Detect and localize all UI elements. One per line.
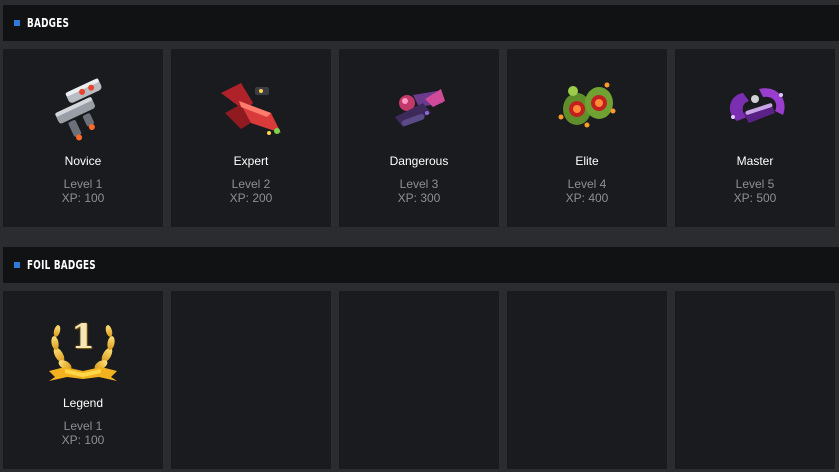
emblem-number: 1 xyxy=(71,317,95,357)
badge-card-expert[interactable]: Expert Level 2 XP: 200 xyxy=(171,49,331,227)
badge-name: Master xyxy=(736,154,774,168)
badges-section-title: BADGES xyxy=(27,16,70,30)
badge-xp: XP: 100 xyxy=(61,191,105,205)
section-marker-icon xyxy=(14,20,20,26)
empty-badge-slot xyxy=(675,291,835,469)
badge-card-legend[interactable]: 1 Legend Level 1 XP: 100 xyxy=(3,291,163,469)
gold-laurel-number-one-icon: 1 xyxy=(43,315,123,385)
badge-name: Elite xyxy=(575,154,599,168)
badge-xp: XP: 200 xyxy=(229,191,273,205)
badge-level: Level 4 xyxy=(567,177,607,191)
badge-level: Level 3 xyxy=(399,177,439,191)
violet-spaceship-icon xyxy=(715,73,795,143)
badge-xp: XP: 500 xyxy=(733,191,777,205)
section-marker-icon xyxy=(14,262,20,268)
badges-row: Novice Level 1 XP: 100 Expert Level 2 XP… xyxy=(3,49,839,227)
grey-spaceship-icon xyxy=(43,73,123,143)
badge-name: Novice xyxy=(64,154,102,168)
red-spaceship-icon xyxy=(211,73,291,143)
badge-level: Level 1 xyxy=(63,419,103,433)
foil-badges-section-title: FOIL BADGES xyxy=(27,258,96,272)
empty-badge-slot xyxy=(339,291,499,469)
badge-xp: XP: 400 xyxy=(565,191,609,205)
badge-name: Dangerous xyxy=(389,154,449,168)
badge-card-novice[interactable]: Novice Level 1 XP: 100 xyxy=(3,49,163,227)
foil-badges-row: 1 Legend Level 1 XP: 100 xyxy=(3,291,839,469)
empty-badge-slot xyxy=(507,291,667,469)
purple-spaceship-icon xyxy=(379,73,459,143)
badge-card-elite[interactable]: Elite Level 4 XP: 400 xyxy=(507,49,667,227)
badge-xp: XP: 100 xyxy=(61,433,105,447)
badge-name: Expert xyxy=(233,154,269,168)
badge-card-master[interactable]: Master Level 5 XP: 500 xyxy=(675,49,835,227)
badges-section-header: BADGES xyxy=(3,5,839,41)
badge-card-dangerous[interactable]: Dangerous Level 3 XP: 300 xyxy=(339,49,499,227)
badge-level: Level 2 xyxy=(231,177,271,191)
foil-badges-section-header: FOIL BADGES xyxy=(3,247,839,283)
badge-level: Level 1 xyxy=(63,177,103,191)
badge-xp: XP: 300 xyxy=(397,191,441,205)
empty-badge-slot xyxy=(171,291,331,469)
badge-level: Level 5 xyxy=(735,177,775,191)
green-spaceship-icon xyxy=(547,73,627,143)
badge-name: Legend xyxy=(62,396,104,410)
